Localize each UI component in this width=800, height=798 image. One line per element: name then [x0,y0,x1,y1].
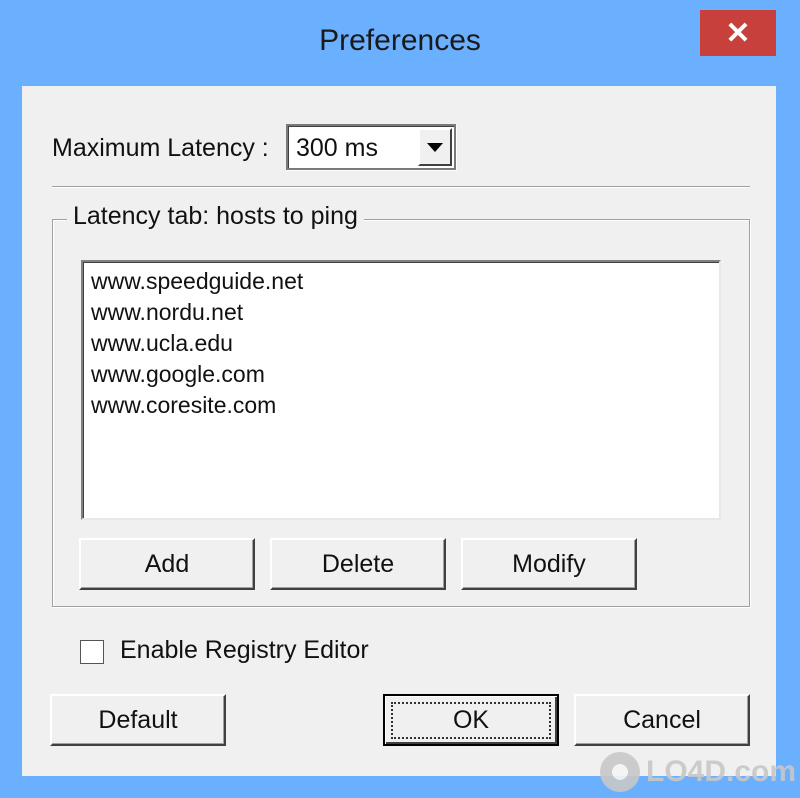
max-latency-label: Maximum Latency : [52,134,269,162]
max-latency-value: 300 ms [296,134,378,162]
delete-host-button[interactable]: Delete [270,538,446,590]
lo4d-logo-icon [600,752,640,792]
registry-editor-label[interactable]: Enable Registry Editor [120,636,369,665]
window-title: Preferences [319,24,481,57]
registry-editor-checkbox[interactable] [80,640,104,664]
chevron-down-icon [427,142,443,152]
ok-button-label: OK [390,701,552,739]
separator [52,186,750,188]
max-latency-dropdown[interactable]: 300 ms [286,124,456,170]
list-item[interactable]: www.nordu.net [91,297,711,328]
preferences-window: Preferences ✕ Maximum Latency : 300 ms L… [0,0,800,798]
ok-button[interactable]: OK [383,694,559,746]
add-host-button[interactable]: Add [79,538,255,590]
close-icon: ✕ [725,16,751,50]
list-item[interactable]: www.speedguide.net [91,266,711,297]
cancel-button[interactable]: Cancel [574,694,750,746]
list-item[interactable]: www.google.com [91,359,711,390]
dropdown-arrow-button[interactable] [418,128,452,166]
title-bar[interactable]: Preferences ✕ [0,0,800,86]
list-item[interactable]: www.coresite.com [91,390,711,421]
close-button[interactable]: ✕ [700,10,776,56]
modify-host-button[interactable]: Modify [461,538,637,590]
hosts-groupbox: Latency tab: hosts to ping www.speedguid… [52,202,750,607]
watermark-text: LO4D.com [646,755,797,788]
hosts-listbox[interactable]: www.speedguide.net www.nordu.net www.ucl… [81,260,721,520]
watermark: LO4D.com [600,746,800,798]
default-button[interactable]: Default [50,694,226,746]
hosts-group-title: Latency tab: hosts to ping [67,202,364,231]
dialog-client-area: Maximum Latency : 300 ms Latency tab: ho… [22,86,776,776]
list-item[interactable]: www.ucla.edu [91,328,711,359]
